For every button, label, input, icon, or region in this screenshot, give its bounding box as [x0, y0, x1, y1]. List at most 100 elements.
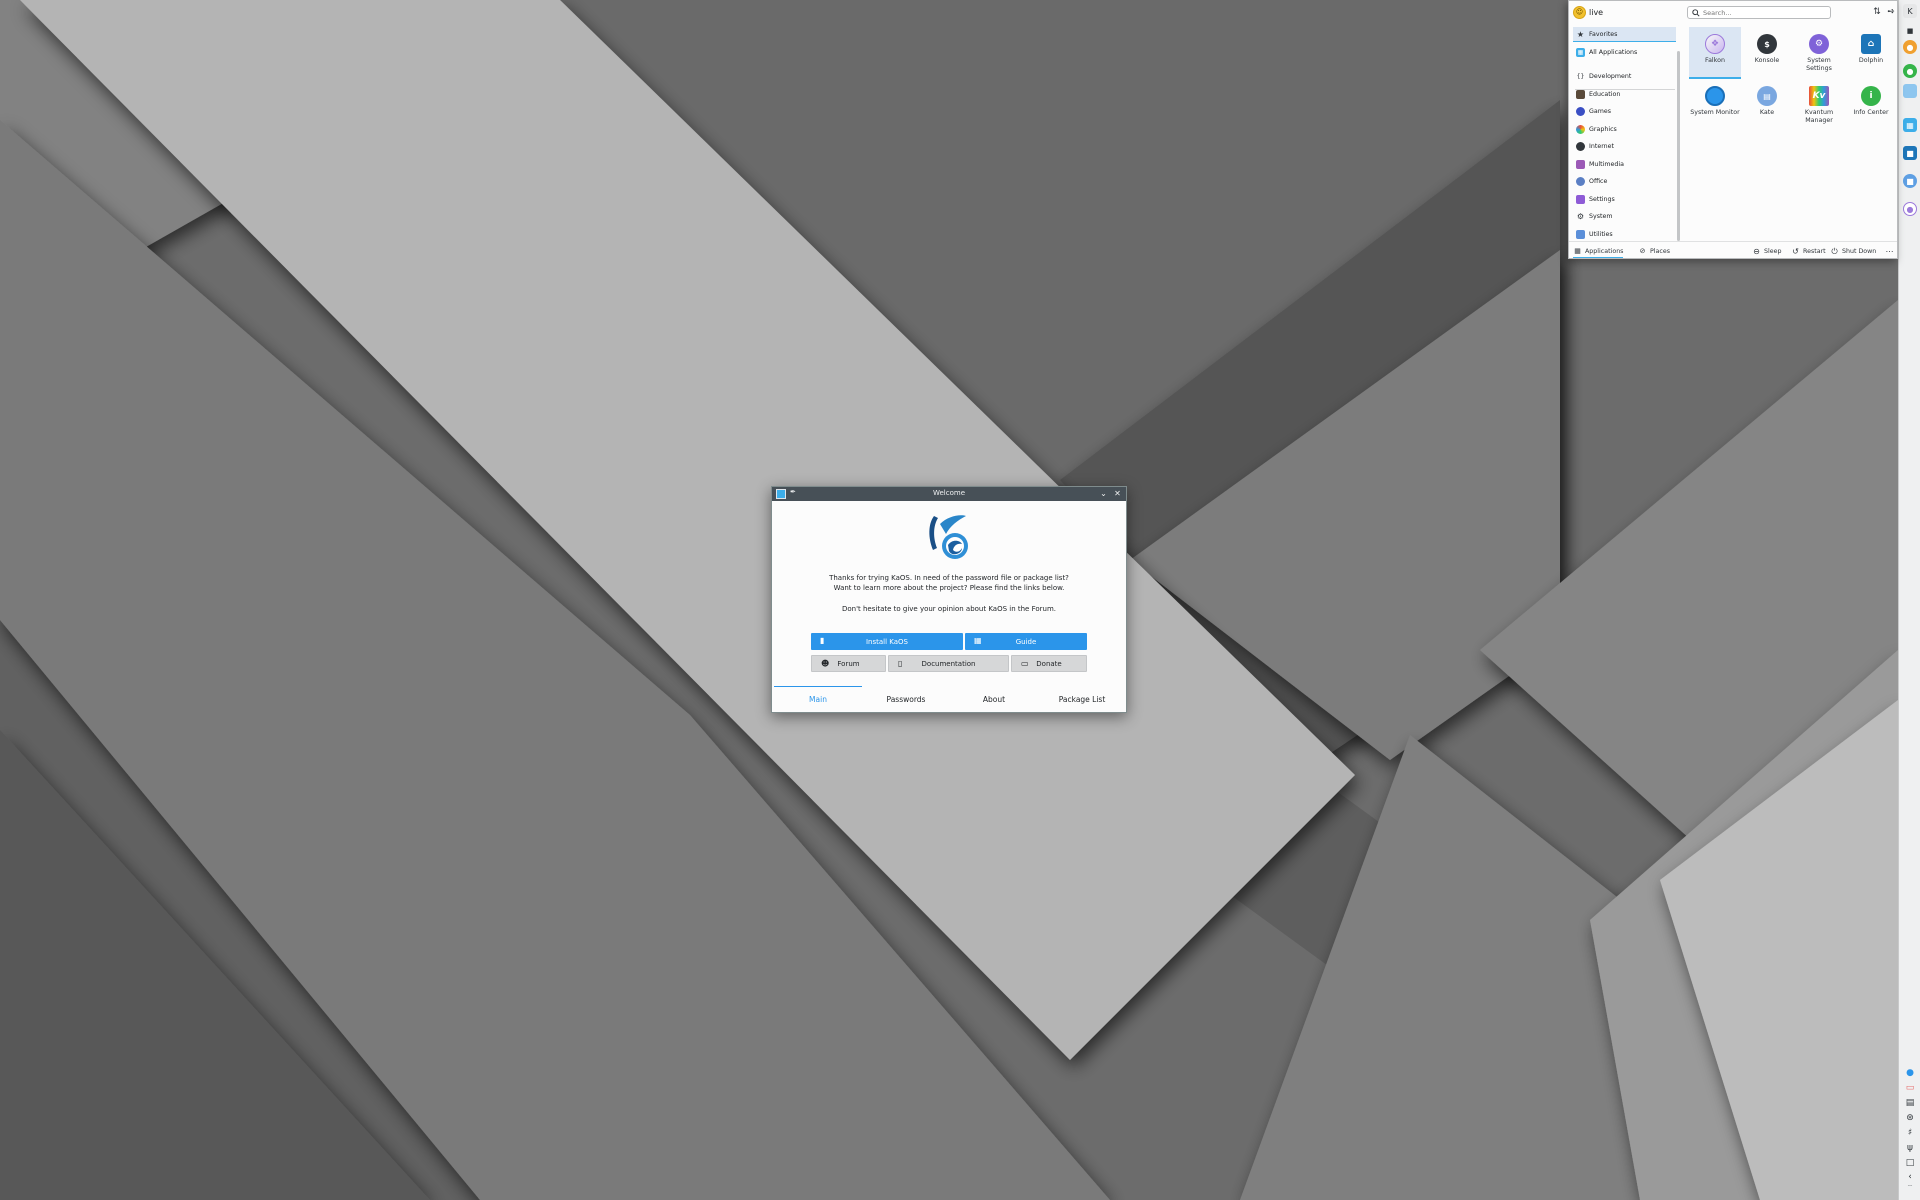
- star-icon: ★: [1576, 29, 1585, 39]
- app-dolphin[interactable]: ⌂ Dolphin: [1845, 27, 1897, 79]
- category-label: Utilities: [1589, 230, 1613, 238]
- utilities-icon: [1576, 229, 1585, 239]
- application-launcher: ☺ live ⇅ ➺ ★ Favorites ▦ All Applications …: [1568, 0, 1898, 259]
- info-icon: i: [1861, 86, 1881, 106]
- grid-icon: ▦: [1576, 48, 1585, 57]
- category-education[interactable]: Education: [1573, 87, 1676, 102]
- clipboard-icon[interactable]: ▭: [1904, 1083, 1916, 1094]
- category-label: Settings: [1589, 195, 1615, 203]
- category-scrollbar[interactable]: [1677, 51, 1680, 241]
- pin-icon[interactable]: ➺: [1885, 6, 1897, 18]
- category-label: Graphics: [1589, 125, 1617, 133]
- code-icon: {}: [1576, 73, 1585, 80]
- tab-main[interactable]: Main: [774, 686, 862, 712]
- category-settings[interactable]: Settings: [1573, 192, 1676, 207]
- app-falkon[interactable]: ❖ Falkon: [1689, 27, 1741, 79]
- tab-label: Places: [1650, 248, 1671, 255]
- updates-icon[interactable]: ●: [1904, 1068, 1916, 1079]
- window-titlebar[interactable]: ✒ Welcome ⌄ ✕: [772, 487, 1126, 501]
- guide-button[interactable]: ▦ Guide: [965, 633, 1087, 650]
- settings-icon: [1576, 194, 1585, 204]
- category-utilities[interactable]: Utilities: [1573, 227, 1676, 242]
- restart-label: Restart: [1803, 248, 1826, 255]
- category-multimedia[interactable]: Multimedia: [1573, 157, 1676, 172]
- avatar[interactable]: ☺: [1573, 6, 1586, 19]
- tab-applications[interactable]: ▦ Applications: [1573, 245, 1624, 258]
- right-panel: K ■ ● ● ▦ ■ ■ ● ● ▭ ▤ ⊛ ♯ ψ □ ‹ ––: [1898, 0, 1920, 1200]
- forum-button[interactable]: ☻ Forum: [811, 655, 886, 672]
- software-center-icon[interactable]: ●: [1903, 40, 1917, 54]
- app-label: Dolphin: [1858, 57, 1884, 64]
- window-preview-icon[interactable]: [1903, 84, 1917, 98]
- category-office[interactable]: Office: [1573, 174, 1676, 189]
- category-list: ★ Favorites ▦ All Applications {} Developme…: [1569, 25, 1686, 242]
- tab-passwords[interactable]: Passwords: [862, 686, 950, 712]
- media-icon: [1576, 159, 1585, 169]
- close-icon[interactable]: ✕: [1112, 488, 1123, 499]
- category-label: System: [1589, 213, 1613, 220]
- search-input[interactable]: [1703, 8, 1823, 17]
- category-label: Favorites: [1589, 30, 1618, 38]
- welcome-task-icon[interactable]: ▦: [1903, 118, 1917, 132]
- usb-icon[interactable]: ψ: [1904, 1143, 1916, 1154]
- category-label: Internet: [1589, 143, 1615, 150]
- tab-label: Applications: [1585, 247, 1624, 255]
- app-info-center[interactable]: i Info Center: [1845, 79, 1897, 131]
- install-label: Install KaOS: [865, 637, 908, 646]
- installer-icon: ▮: [820, 636, 825, 645]
- dolphin-task-icon[interactable]: ■: [1903, 146, 1917, 160]
- tab-package-list[interactable]: Package List: [1038, 686, 1126, 712]
- falkon-task-icon[interactable]: ●: [1903, 202, 1917, 216]
- more-icon: ⋯: [1885, 247, 1894, 256]
- folder-icon: ⌂: [1861, 34, 1881, 54]
- intro-text: Thanks for trying KaOS. In need of the p…: [772, 573, 1126, 593]
- install-kaos-button[interactable]: ▮ Install KaOS: [811, 633, 963, 650]
- app-system-settings[interactable]: ⚙ System Settings: [1793, 27, 1845, 79]
- search-box[interactable]: [1687, 6, 1831, 19]
- sleep-button[interactable]: ⊖ Sleep: [1752, 245, 1781, 258]
- app-konsole[interactable]: $ Konsole: [1741, 27, 1793, 79]
- sleep-icon: ⊖: [1753, 247, 1760, 256]
- minimize-icon[interactable]: ⌄: [1098, 488, 1109, 499]
- category-system[interactable]: ⚙ System: [1573, 209, 1676, 224]
- expand-tray-icon[interactable]: ‹: [1904, 1172, 1916, 1183]
- welcome-tabs: Main Passwords About Package List: [772, 686, 1126, 713]
- app-launcher-icon[interactable]: ●: [1903, 64, 1917, 78]
- volume-icon[interactable]: ♯: [1904, 1128, 1916, 1139]
- category-internet[interactable]: Internet: [1573, 139, 1676, 154]
- app-kate[interactable]: ▤ Kate: [1741, 79, 1793, 131]
- app-kvantum-manager[interactable]: Kv Kvantum Manager: [1793, 79, 1845, 131]
- shutdown-button[interactable]: ⏻ Shut Down: [1830, 245, 1876, 258]
- category-graphics[interactable]: Graphics: [1573, 122, 1676, 137]
- category-favorites[interactable]: ★ Favorites: [1573, 27, 1676, 42]
- app-system-monitor[interactable]: System Monitor: [1689, 79, 1741, 131]
- kate-task-icon[interactable]: ■: [1903, 174, 1917, 188]
- blackboard-icon: [1576, 89, 1585, 99]
- window-title: Welcome: [932, 489, 966, 497]
- app-label: System Settings: [1806, 57, 1832, 72]
- tab-places[interactable]: ⊘ Places: [1638, 245, 1670, 258]
- app-label: System Monitor: [1690, 109, 1740, 116]
- network-icon[interactable]: ⊛: [1904, 1113, 1916, 1124]
- launcher-header: ☺ live ⇅ ➺: [1569, 1, 1897, 24]
- more-power-options-button[interactable]: ⋯: [1885, 245, 1897, 258]
- restart-button[interactable]: ↺ Restart: [1791, 245, 1826, 258]
- documentation-button[interactable]: ▯ Documentation: [888, 655, 1009, 672]
- show-desktop-icon[interactable]: □: [1904, 1158, 1916, 1169]
- category-development[interactable]: {} Development: [1573, 69, 1676, 84]
- app-label: Kvantum Manager: [1804, 109, 1834, 124]
- donate-button[interactable]: ▭ Donate: [1011, 655, 1087, 672]
- display-icon[interactable]: ▤: [1904, 1098, 1916, 1109]
- lock-icon[interactable]: ■: [1904, 26, 1916, 37]
- app-label: Falkon: [1705, 57, 1725, 64]
- tab-about[interactable]: About: [950, 686, 1038, 712]
- category-all-applications[interactable]: ▦ All Applications: [1573, 45, 1676, 60]
- category-label: Development: [1589, 73, 1632, 80]
- configure-icon[interactable]: ⇅: [1871, 6, 1883, 18]
- category-games[interactable]: Games: [1573, 104, 1676, 119]
- kaos-menu-icon[interactable]: K: [1903, 4, 1917, 18]
- launcher-footer: ▦ Applications ⊘ Places ⊖ Sleep ↺ Restart ⏻ S…: [1569, 241, 1897, 259]
- document-icon: ▯: [898, 659, 903, 668]
- clock[interactable]: ––: [1899, 1184, 1920, 1189]
- power-icon: ⏻: [1831, 247, 1838, 256]
